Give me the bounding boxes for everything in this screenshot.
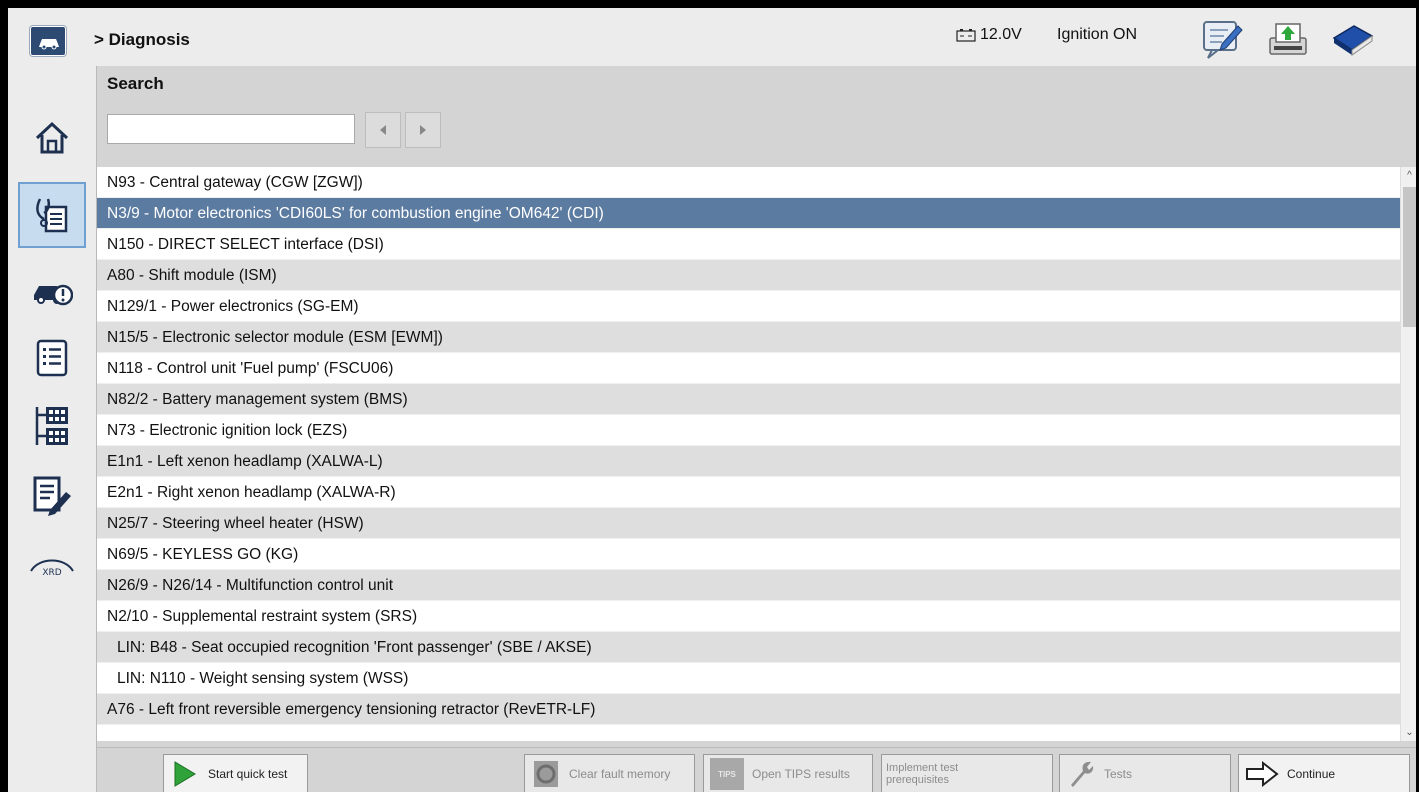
list-icon [36,339,68,377]
xrd-label: XRD [42,568,61,578]
main-panel: Search N93 - Central gateway (CGW [ZGW])… [96,66,1416,792]
xrd-icon: XRD [30,559,74,578]
control-unit-list: N93 - Central gateway (CGW [ZGW]) N3/9 - … [97,167,1400,741]
list-item[interactable]: N93 - Central gateway (CGW [ZGW]) [97,167,1400,198]
previous-button[interactable] [365,112,401,148]
list-item[interactable]: N73 - Electronic ignition lock (EZS) [97,415,1400,446]
app-window: > Diagnosis 12.0V Ignition ON XRD Search… [8,8,1416,792]
car-warning-icon [34,284,73,306]
breadcrumb: > Diagnosis [94,30,190,49]
battery-icon [956,29,976,42]
list-scrollbar[interactable]: ^ ⌄ [1400,167,1416,741]
continue-label: Continue [1287,767,1336,781]
clear-memory-icon [531,758,561,790]
sidebar-item-vehicle-faults[interactable] [18,262,86,322]
list-item[interactable]: N118 - Control unit 'Fuel pump' (FSCU06) [97,353,1400,384]
list-item[interactable]: LIN: N110 - Weight sensing system (WSS) [97,663,1400,694]
network-modules-icon [35,407,68,445]
wrench-icon [1066,758,1096,790]
list-item[interactable]: N150 - DIRECT SELECT interface (DSI) [97,229,1400,260]
sidebar-item-edit-document[interactable] [18,466,86,526]
play-icon [170,758,200,790]
vehicle-button[interactable] [30,26,66,56]
clear-fault-memory-button[interactable]: Clear fault memory [524,754,695,792]
list-item[interactable]: E2n1 - Right xenon headlamp (XALWA-R) [97,477,1400,508]
tests-label: Tests [1104,767,1133,781]
sidebar-item-home[interactable] [18,108,86,168]
implement-test-label-line2: prerequisites [886,774,949,786]
list-item[interactable]: A80 - Shift module (ISM) [97,260,1400,291]
list-item[interactable]: N2/10 - Supplemental restraint system (S… [97,601,1400,632]
list-item[interactable]: N15/5 - Electronic selector module (ESM … [97,322,1400,353]
sidebar: XRD [8,66,96,792]
list-item[interactable]: N3/9 - Motor electronics 'CDI60LS' for c… [97,198,1400,229]
edit-document-icon [33,476,71,516]
triangle-right-icon [420,125,426,135]
sidebar-item-list[interactable] [18,328,86,388]
implement-test-prerequisites-button[interactable]: Implement test prerequisites [881,754,1053,792]
notepad-button[interactable] [1200,16,1244,60]
scroll-down-icon[interactable]: ⌄ [1401,724,1416,741]
tips-icon: TIPS [710,758,744,790]
list-item[interactable]: N26/9 - N26/14 - Multifunction control u… [97,570,1400,601]
tests-button[interactable]: Tests [1059,754,1231,792]
book-button[interactable] [1330,16,1374,60]
open-tips-results-button[interactable]: TIPS Open TIPS results [703,754,873,792]
sidebar-item-diagnosis[interactable] [18,182,86,248]
list-item[interactable]: A76 - Left front reversible emergency te… [97,694,1400,725]
start-quick-test-button[interactable]: Start quick test [163,754,308,792]
printer-upload-button[interactable] [1266,16,1310,60]
open-tips-results-label: Open TIPS results [752,767,850,781]
ignition-status: Ignition ON [1057,26,1138,43]
start-quick-test-label: Start quick test [208,767,288,781]
clear-fault-memory-label: Clear fault memory [569,767,671,781]
list-item[interactable]: LIN: B48 - Seat occupied recognition 'Fr… [97,632,1400,663]
triangle-left-icon [380,125,386,135]
sidebar-item-xrd[interactable]: XRD [18,536,86,596]
scroll-up-icon[interactable]: ^ [1401,167,1416,184]
implement-test-label-line1: Implement test [886,762,959,774]
list-item[interactable]: N82/2 - Battery management system (BMS) [97,384,1400,415]
scroll-thumb[interactable] [1403,187,1416,327]
list-item[interactable]: N69/5 - KEYLESS GO (KG) [97,539,1400,570]
list-item[interactable]: N25/7 - Steering wheel heater (HSW) [97,508,1400,539]
list-item[interactable]: N129/1 - Power electronics (SG-EM) [97,291,1400,322]
bottom-toolbar: Start quick test Clear fault memory TIPS… [97,747,1416,792]
next-button[interactable] [405,112,441,148]
search-label: Search [107,74,164,93]
car-icon [39,39,59,50]
sidebar-item-network[interactable] [18,396,86,456]
arrow-right-icon [1245,758,1279,790]
book-icon [1332,25,1374,56]
diagnosis-icon [36,198,68,233]
home-icon [35,121,69,154]
header-bar: > Diagnosis 12.0V Ignition ON [8,8,1416,66]
notepad-icon [1203,21,1243,59]
printer-upload-icon [1269,23,1307,55]
continue-button[interactable]: Continue [1238,754,1410,792]
list-item[interactable]: E1n1 - Left xenon headlamp (XALWA-L) [97,446,1400,477]
voltage-value: 12.0V [980,26,1022,43]
search-input[interactable] [107,114,355,144]
battery-status: 12.0V [956,26,1022,44]
